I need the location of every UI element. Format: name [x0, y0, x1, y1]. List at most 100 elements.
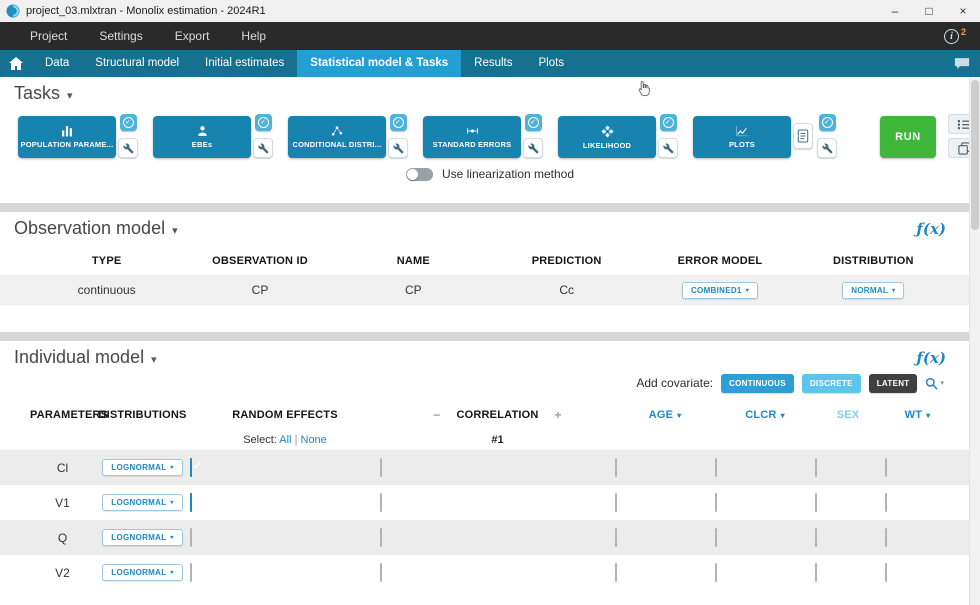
standard-errors-result-badge[interactable]: ✓: [525, 114, 542, 131]
likelihood-result-badge[interactable]: ✓: [660, 114, 677, 131]
covariate-header-age[interactable]: AGE ▾: [615, 409, 715, 421]
plots-settings-button[interactable]: [817, 138, 837, 158]
linearization-row: Use linearization method: [0, 167, 980, 181]
covariate-header-sex[interactable]: SEX: [815, 409, 885, 421]
column-type: TYPE: [30, 255, 183, 267]
add-correlation-button[interactable]: +: [555, 408, 562, 422]
covariate-header-wt[interactable]: WT ▾: [885, 409, 950, 421]
menu-help[interactable]: Help: [225, 22, 282, 50]
checkbox-wt[interactable]: [885, 493, 887, 512]
observation-model-collapse-caret[interactable]: ▾: [172, 221, 178, 237]
menu-project[interactable]: Project: [14, 22, 83, 50]
chevron-down-icon: ▾: [781, 411, 785, 420]
monolix-logo-icon: [6, 4, 20, 18]
distribution-dropdown[interactable]: LOGNORMAL▾: [102, 494, 182, 511]
column-observation-id: OBSERVATION ID: [183, 255, 336, 267]
minimize-button[interactable]: –: [878, 0, 912, 22]
plots-result-badge[interactable]: ✓: [819, 114, 836, 131]
checkbox-correlation[interactable]: [380, 458, 382, 477]
checkbox-age[interactable]: [615, 528, 617, 547]
plots-report-button[interactable]: [793, 123, 813, 149]
tab-initial-estimates[interactable]: Initial estimates: [192, 50, 297, 77]
column-distributions: DISTRIBUTIONS: [95, 409, 190, 421]
home-icon[interactable]: [0, 50, 32, 77]
add-discrete-covariate-button[interactable]: DISCRETE: [802, 374, 861, 393]
select-all-link[interactable]: All: [279, 434, 291, 446]
checkbox-random-effect[interactable]: [190, 528, 192, 547]
parameter-name: Cl: [30, 461, 95, 475]
tab-data[interactable]: Data: [32, 50, 82, 77]
individual-model-heading: Individual model ▾: [0, 341, 980, 368]
vertical-scrollbar[interactable]: [969, 77, 980, 605]
checkbox-sex[interactable]: [815, 458, 817, 477]
population-parameters-settings-button[interactable]: [118, 138, 138, 158]
checkbox-sex[interactable]: [815, 563, 817, 582]
checkbox-clcr[interactable]: [715, 458, 717, 477]
distribution-dropdown[interactable]: NORMAL ▾: [842, 282, 904, 299]
checkbox-random-effect[interactable]: [190, 493, 192, 512]
observation-model-formula-icon[interactable]: ƒ(x): [916, 220, 946, 238]
feedback-chat-icon[interactable]: [954, 50, 970, 77]
checkbox-age[interactable]: [615, 563, 617, 582]
conditional-distribution-settings-button[interactable]: [388, 138, 408, 158]
select-none-link[interactable]: None: [301, 434, 327, 446]
ebes-result-badge[interactable]: ✓: [255, 114, 272, 131]
maximize-button[interactable]: □: [912, 0, 946, 22]
checkbox-clcr[interactable]: [715, 493, 717, 512]
checkbox-wt[interactable]: [885, 458, 887, 477]
add-continuous-covariate-button[interactable]: CONTINUOUS: [721, 374, 794, 393]
population-parameters-button[interactable]: POPULATION PARAME...: [18, 116, 116, 158]
tasks-collapse-caret[interactable]: ▾: [67, 86, 73, 102]
distribution-dropdown[interactable]: LOGNORMAL▾: [102, 529, 182, 546]
column-error-model: ERROR MODEL: [643, 255, 796, 267]
checkbox-correlation[interactable]: [380, 493, 382, 512]
likelihood-button[interactable]: LIKELIHOOD: [558, 116, 656, 158]
individual-model-formula-icon[interactable]: ƒ(x): [916, 349, 946, 367]
ebes-button[interactable]: EBEs: [153, 116, 251, 158]
tab-results[interactable]: Results: [461, 50, 525, 77]
tab-structural-model[interactable]: Structural model: [82, 50, 192, 77]
distribution-dropdown[interactable]: LOGNORMAL▾: [102, 564, 182, 581]
checkbox-sex[interactable]: [815, 528, 817, 547]
likelihood-settings-button[interactable]: [658, 138, 678, 158]
conditional-distribution-button[interactable]: CONDITIONAL DISTRI...: [288, 116, 386, 158]
checkbox-correlation[interactable]: [380, 528, 382, 547]
checkbox-wt[interactable]: [885, 528, 887, 547]
notifications-button[interactable]: i 2: [944, 29, 966, 44]
menu-settings[interactable]: Settings: [83, 22, 158, 50]
covariate-header-clcr[interactable]: CLCR ▾: [715, 409, 815, 421]
tab-statistical-model-tasks[interactable]: Statistical model & Tasks: [297, 50, 461, 77]
linearization-toggle[interactable]: [406, 168, 433, 181]
distribution-dropdown[interactable]: LOGNORMAL▾: [102, 459, 182, 476]
chevron-down-icon: ▾: [892, 287, 895, 294]
add-covariate-row: Add covariate: CONTINUOUS DISCRETE LATEN…: [0, 370, 980, 396]
checkbox-correlation[interactable]: [380, 563, 382, 582]
check-icon: ✓: [258, 117, 269, 128]
run-button[interactable]: RUN: [880, 116, 936, 158]
checkbox-clcr[interactable]: [715, 528, 717, 547]
checkbox-wt[interactable]: [885, 563, 887, 582]
standard-errors-button[interactable]: STANDARD ERRORS: [423, 116, 521, 158]
individual-model-collapse-caret[interactable]: ▾: [151, 350, 157, 366]
scatter-icon: [330, 125, 344, 137]
covariate-search-button[interactable]: ▾: [925, 377, 944, 390]
error-model-dropdown[interactable]: COMBINED1 ▾: [682, 282, 758, 299]
checkbox-random-effect[interactable]: [190, 458, 192, 477]
checkbox-sex[interactable]: [815, 493, 817, 512]
tab-plots[interactable]: Plots: [526, 50, 578, 77]
scrollbar-thumb[interactable]: [971, 80, 979, 230]
ebes-settings-button[interactable]: [253, 138, 273, 158]
conditional-distribution-result-badge[interactable]: ✓: [390, 114, 407, 131]
standard-errors-settings-button[interactable]: [523, 138, 543, 158]
checkbox-clcr[interactable]: [715, 563, 717, 582]
checkbox-random-effect[interactable]: [190, 563, 192, 582]
checkbox-age[interactable]: [615, 493, 617, 512]
population-parameters-result-badge[interactable]: ✓: [120, 114, 137, 131]
close-button[interactable]: ×: [946, 0, 980, 22]
remove-correlation-button[interactable]: −: [433, 408, 440, 422]
checkbox-age[interactable]: [615, 458, 617, 477]
table-row: V2 LOGNORMAL▾: [0, 555, 980, 590]
add-latent-covariate-button[interactable]: LATENT: [869, 374, 918, 393]
menu-export[interactable]: Export: [159, 22, 226, 50]
plots-button[interactable]: PLOTS: [693, 116, 791, 158]
